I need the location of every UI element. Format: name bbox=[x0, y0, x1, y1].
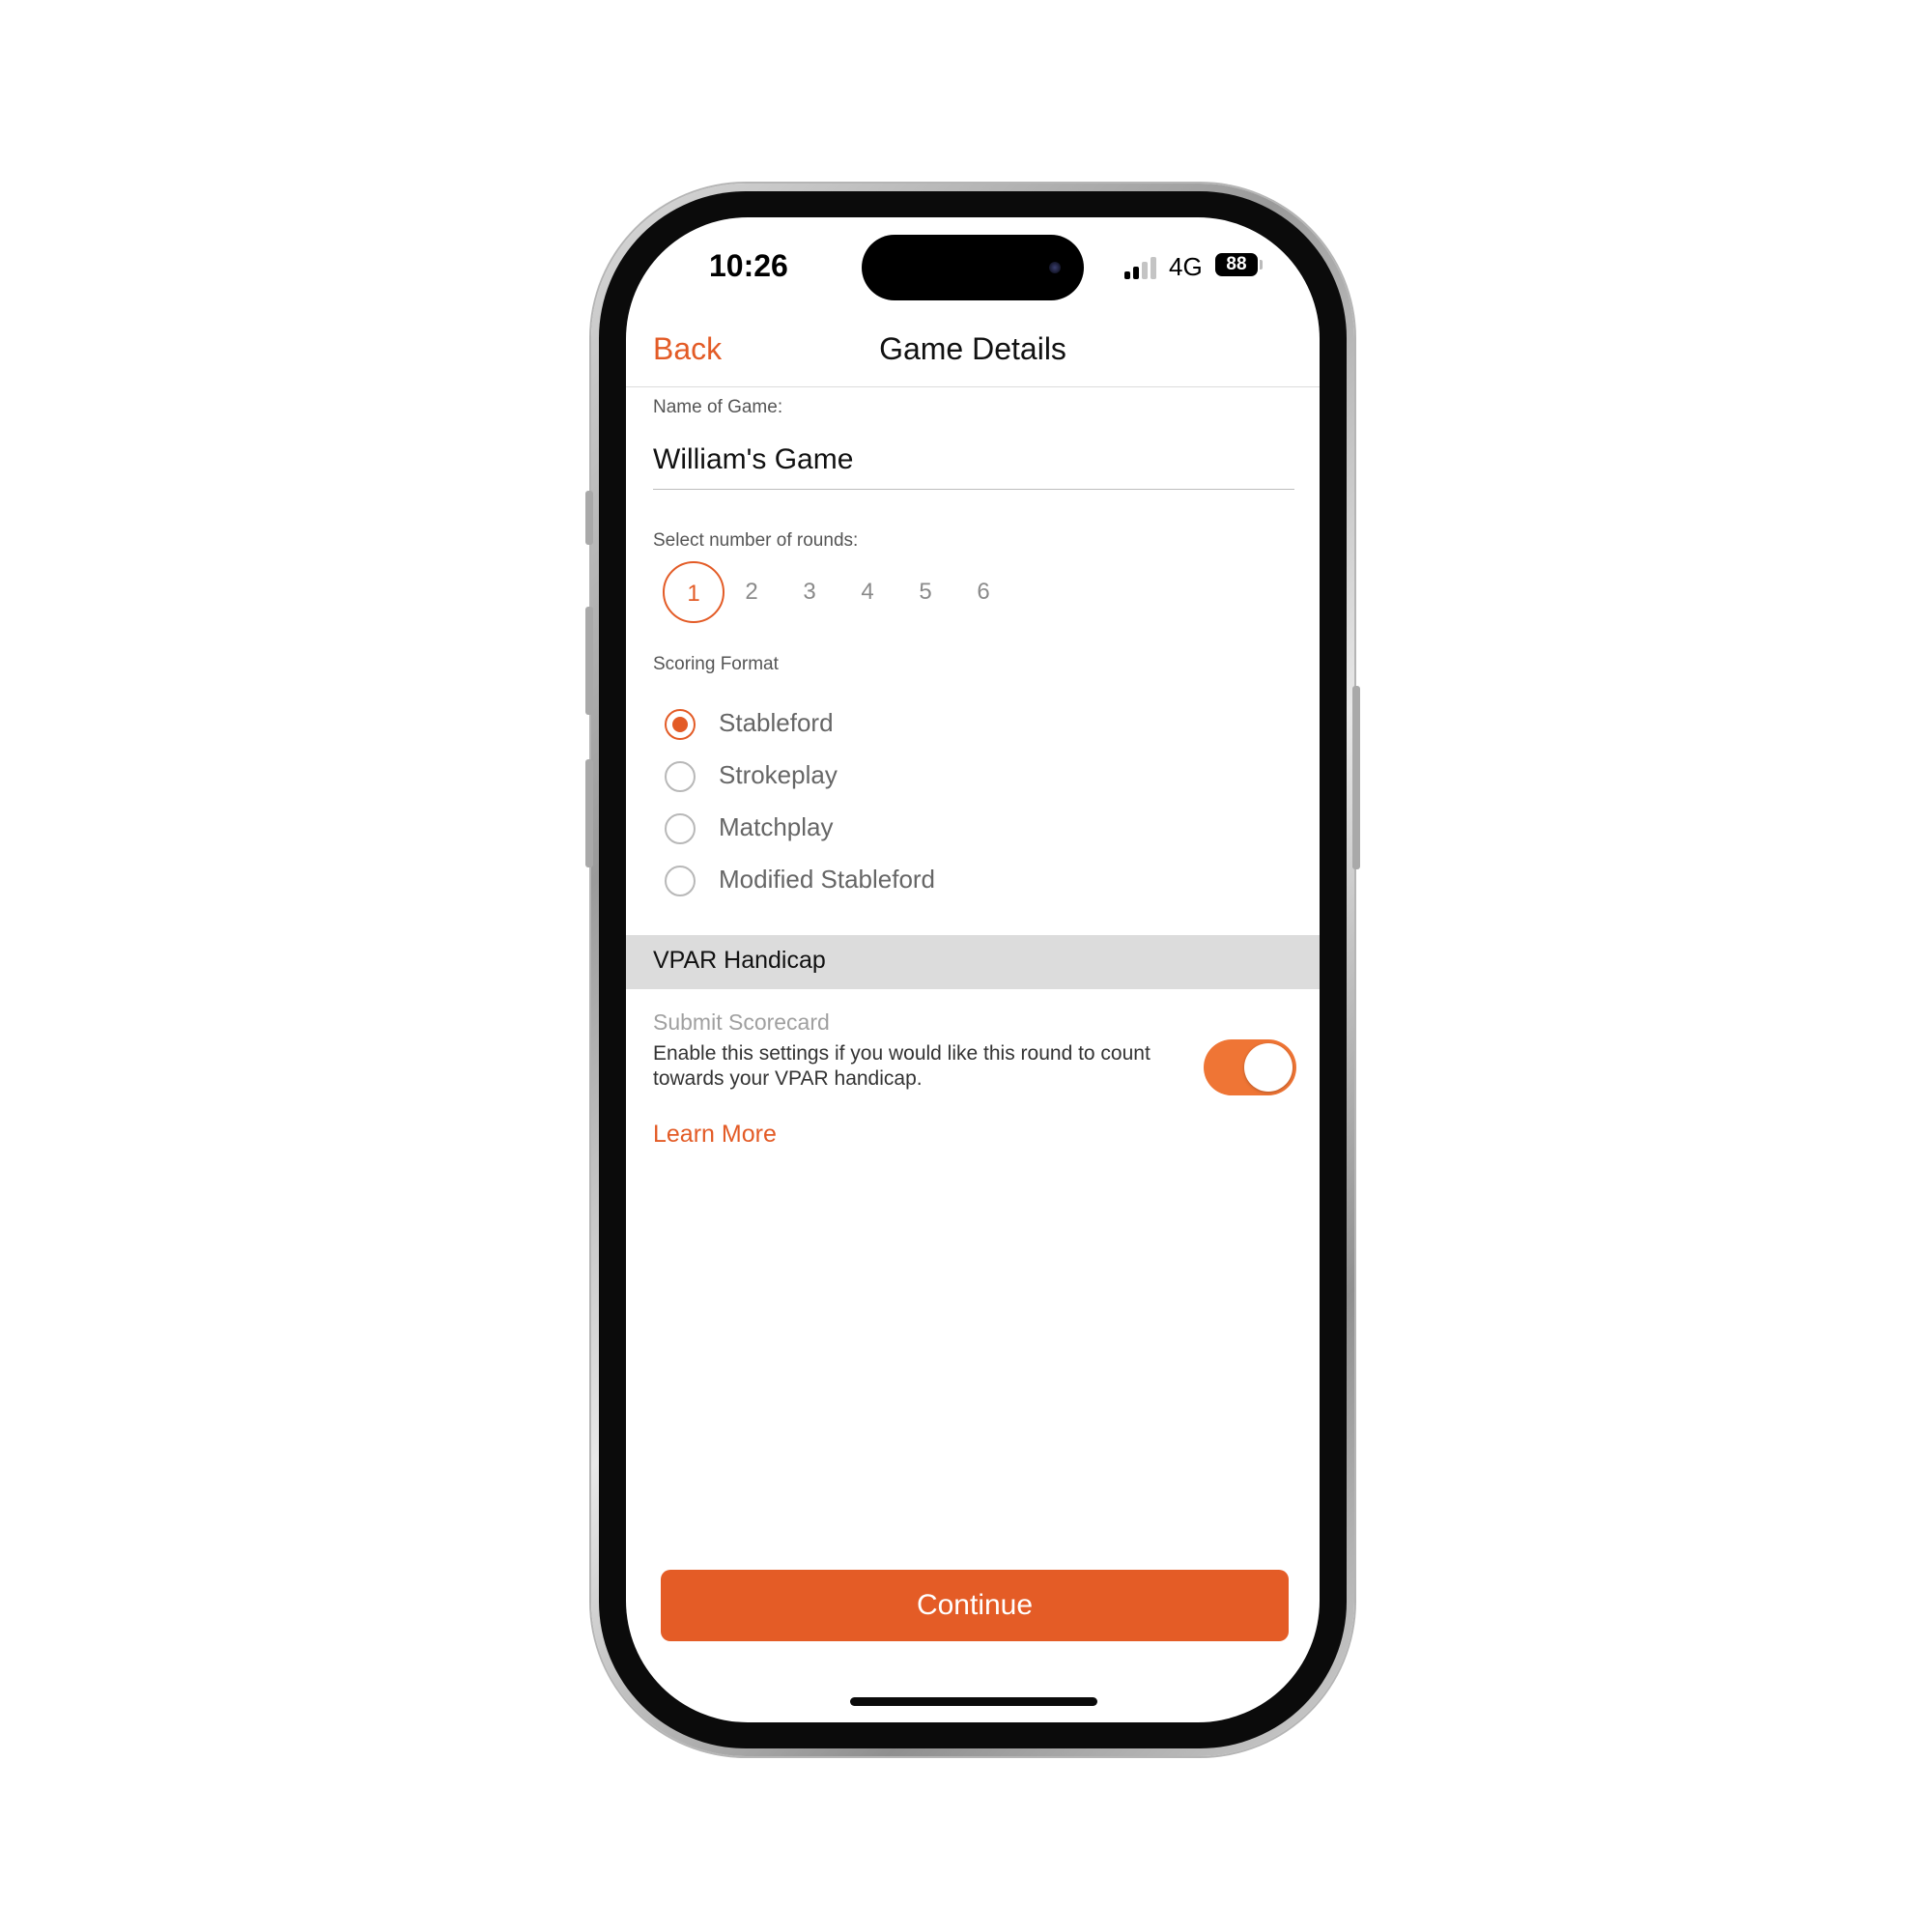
round-option-4[interactable]: 4 bbox=[837, 561, 898, 623]
continue-button[interactable]: Continue bbox=[661, 1570, 1289, 1641]
nav-bar: Game Details Back bbox=[626, 324, 1320, 387]
battery-icon: 88 bbox=[1215, 253, 1258, 276]
status-time: 10:26 bbox=[709, 248, 788, 283]
handicap-section-header: VPAR Handicap bbox=[626, 935, 1320, 989]
game-name-input[interactable]: William's Game bbox=[653, 440, 1294, 490]
signal-bar bbox=[1142, 262, 1148, 279]
round-option-1[interactable]: 1 bbox=[663, 561, 724, 623]
camera-icon bbox=[1049, 262, 1061, 273]
signal-bar bbox=[1133, 267, 1139, 279]
scoring-option-label: Strokeplay bbox=[719, 760, 838, 789]
submit-scorecard-title: Submit Scorecard bbox=[653, 1009, 830, 1035]
power-button bbox=[1352, 686, 1360, 869]
round-option-6[interactable]: 6 bbox=[952, 561, 1014, 623]
signal-bar bbox=[1124, 271, 1130, 279]
scoring-option-label: Matchplay bbox=[719, 812, 834, 841]
rounds-label: Select number of rounds: bbox=[653, 530, 859, 551]
submit-scorecard-description: Enable this settings if you would like t… bbox=[653, 1042, 1151, 1090]
page-title: Game Details bbox=[879, 331, 1066, 366]
radio-button-icon[interactable] bbox=[665, 761, 696, 792]
submit-scorecard-toggle[interactable] bbox=[1204, 1039, 1296, 1095]
toggle-knob bbox=[1244, 1043, 1293, 1092]
battery-tip bbox=[1260, 260, 1263, 270]
round-option-3[interactable]: 3 bbox=[779, 561, 840, 623]
scoring-option-label: Modified Stableford bbox=[719, 865, 936, 894]
handicap-section-title: VPAR Handicap bbox=[653, 947, 826, 974]
round-option-5[interactable]: 5 bbox=[895, 561, 956, 623]
cellular-signal-icon bbox=[1124, 254, 1163, 279]
radio-button-icon[interactable] bbox=[665, 709, 696, 740]
scoring-format-label: Scoring Format bbox=[653, 654, 779, 674]
phone-screen: 10:26 4G 88 Game Details Back Name of Ga… bbox=[626, 217, 1320, 1722]
signal-bar bbox=[1151, 257, 1156, 279]
battery-level: 88 bbox=[1226, 254, 1247, 274]
radio-button-icon[interactable] bbox=[665, 813, 696, 844]
back-button[interactable]: Back bbox=[653, 331, 722, 367]
dynamic-island bbox=[862, 235, 1084, 300]
volume-down-button bbox=[585, 759, 593, 867]
network-type: 4G bbox=[1169, 252, 1203, 281]
round-option-2[interactable]: 2 bbox=[721, 561, 782, 623]
scoring-option-label: Stableford bbox=[719, 708, 834, 737]
game-name-label: Name of Game: bbox=[653, 397, 783, 417]
learn-more-link[interactable]: Learn More bbox=[653, 1121, 777, 1149]
radio-button-icon[interactable] bbox=[665, 866, 696, 896]
volume-up-button bbox=[585, 607, 593, 715]
action-button bbox=[585, 491, 593, 545]
home-indicator bbox=[850, 1697, 1097, 1706]
